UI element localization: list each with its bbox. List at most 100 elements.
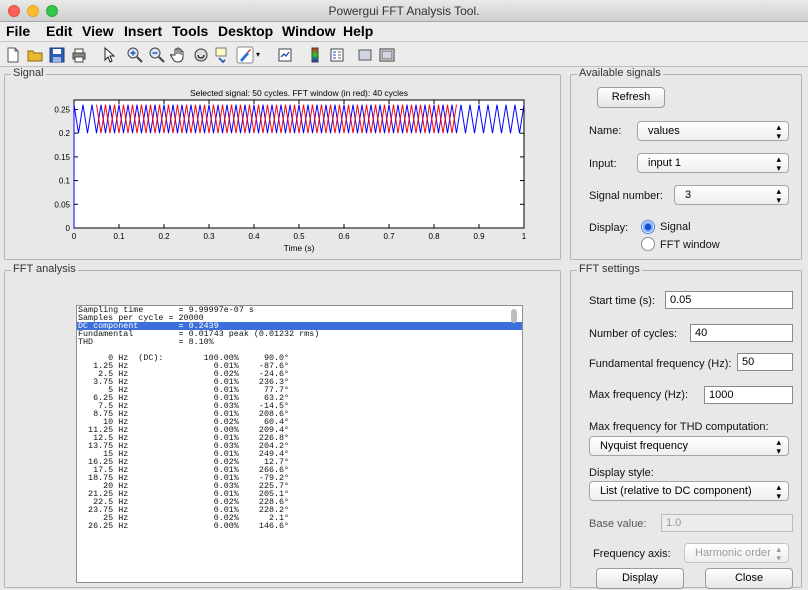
fft-list-scrollbar[interactable]: [511, 309, 517, 323]
x-tick-label: 0.1: [113, 232, 125, 241]
display-style-value: List (relative to DC component): [600, 485, 752, 497]
fft-result-line[interactable]: THD = 8.10%: [77, 338, 522, 346]
x-tick-label: 0.7: [383, 232, 395, 241]
x-tick-label: 0.8: [428, 232, 440, 241]
link-plot-icon[interactable]: [276, 46, 294, 64]
base-value-label: Base value:: [589, 518, 647, 530]
frequency-axis-value: Harmonic order: [695, 547, 771, 559]
zoom-out-icon[interactable]: [148, 46, 166, 64]
brush-dropdown-icon[interactable]: ▾: [256, 46, 264, 64]
rotate-icon[interactable]: [192, 46, 210, 64]
display-style-label: Display style:: [589, 467, 654, 479]
x-tick-label: 0.9: [473, 232, 485, 241]
x-tick-label: 0.2: [158, 232, 170, 241]
fft-result-line[interactable]: 26.25 Hz 0.00% 146.6°: [77, 522, 522, 530]
y-tick-label: 0.25: [54, 105, 70, 114]
input-label: Input:: [589, 158, 617, 170]
max-frequency-field[interactable]: 1000: [704, 386, 793, 404]
refresh-button[interactable]: Refresh: [597, 87, 665, 108]
menu-edit[interactable]: Edit: [46, 23, 72, 39]
select-arrows-icon: ▴ ▾: [776, 482, 781, 501]
plot-area: [73, 99, 525, 229]
x-tick-label: 0: [72, 232, 77, 241]
name-select-value: values: [648, 125, 680, 137]
signal-number-label: Signal number:: [589, 190, 663, 202]
y-tick-label: 0.05: [54, 200, 70, 209]
signal-chart[interactable]: Selected signal: 50 cycles. FFT window (…: [4, 82, 559, 254]
signal-number-value: 3: [685, 189, 692, 201]
select-arrows-icon: ▴ ▾: [776, 186, 781, 205]
x-tick-label: 0.3: [203, 232, 215, 241]
menu-help[interactable]: Help: [343, 23, 373, 39]
select-arrows-icon: ▴ ▾: [776, 544, 781, 563]
fft-results-list[interactable]: Sampling time = 9.99997e-07 s Samples per…: [76, 305, 523, 583]
colorbar-icon[interactable]: [306, 46, 324, 64]
legend-icon[interactable]: [328, 46, 346, 64]
select-arrows-icon: ▴ ▾: [776, 437, 781, 456]
open-file-icon[interactable]: [26, 46, 44, 64]
y-tick-label: 0.15: [54, 153, 70, 162]
max-frequency-label: Max frequency (Hz):: [589, 389, 689, 401]
select-arrows-icon: ▴ ▾: [776, 154, 781, 173]
x-tick-label: 1: [522, 232, 527, 241]
hide-plot-tools-icon[interactable]: [356, 46, 374, 64]
start-time-field[interactable]: 0.05: [665, 291, 793, 309]
zoom-in-icon[interactable]: [126, 46, 144, 64]
x-tick-label: 0.4: [248, 232, 260, 241]
menu-window[interactable]: Window: [282, 23, 336, 39]
display-fft-window-label: FFT window: [660, 239, 720, 251]
thd-frequency-label: Max frequency for THD computation:: [589, 421, 769, 433]
base-value-field: 1.0: [661, 514, 793, 532]
menu-insert[interactable]: Insert: [124, 23, 162, 39]
toolbar: ▾: [0, 43, 808, 67]
input-select[interactable]: input 1 ▴ ▾: [637, 153, 789, 173]
signal-number-select[interactable]: 3 ▴ ▾: [674, 185, 789, 205]
save-icon[interactable]: [48, 46, 66, 64]
input-select-value: input 1: [648, 157, 682, 169]
print-icon[interactable]: [70, 46, 88, 64]
frequency-axis-label: Frequency axis:: [593, 548, 671, 560]
thd-frequency-value: Nyquist frequency: [600, 440, 689, 452]
display-signal-label: Signal: [660, 221, 691, 233]
data-cursor-icon[interactable]: [214, 46, 232, 64]
y-tick-label: 0: [66, 224, 71, 233]
available-signals-title: Available signals: [577, 67, 663, 79]
y-tick-label: 0.1: [59, 177, 71, 186]
display-label: Display:: [589, 222, 629, 234]
name-label: Name:: [589, 125, 622, 137]
thd-frequency-select[interactable]: Nyquist frequency ▴ ▾: [589, 436, 789, 456]
display-button[interactable]: Display: [596, 568, 684, 589]
new-file-icon[interactable]: [4, 46, 22, 64]
name-select[interactable]: values ▴ ▾: [637, 121, 789, 141]
select-arrows-icon: ▴ ▾: [776, 122, 781, 141]
start-time-label: Start time (s):: [589, 295, 656, 307]
window-title: Powergui FFT Analysis Tool.: [328, 4, 480, 18]
signal-panel-title: Signal: [11, 67, 46, 79]
display-signal-radio[interactable]: [641, 220, 655, 234]
menu-tools[interactable]: Tools: [172, 23, 208, 39]
menu-bar: File Edit View Insert Tools Desktop Wind…: [0, 22, 808, 42]
x-axis-label: Time (s): [284, 243, 315, 253]
menu-desktop[interactable]: Desktop: [218, 23, 273, 39]
show-plot-tools-icon[interactable]: [378, 46, 396, 64]
brush-icon[interactable]: [236, 46, 254, 64]
cycles-field[interactable]: 40: [690, 324, 793, 342]
title-bar: Powergui FFT Analysis Tool.: [0, 0, 808, 22]
cycles-label: Number of cycles:: [589, 328, 678, 340]
x-tick-label: 0.5: [293, 232, 305, 241]
chart-title: Selected signal: 50 cycles. FFT window (…: [190, 88, 408, 98]
pan-icon[interactable]: [170, 46, 188, 64]
display-style-select[interactable]: List (relative to DC component) ▴ ▾: [589, 481, 789, 501]
fft-analysis-title: FFT analysis: [11, 263, 78, 275]
fft-settings-title: FFT settings: [577, 263, 642, 275]
display-fft-window-radio[interactable]: [641, 237, 655, 251]
fundamental-frequency-label: Fundamental frequency (Hz):: [589, 358, 732, 370]
pointer-icon[interactable]: [100, 46, 118, 64]
fundamental-frequency-field[interactable]: 50: [737, 353, 793, 371]
y-tick-label: 0.2: [59, 129, 71, 138]
menu-view[interactable]: View: [82, 23, 114, 39]
menu-file[interactable]: File: [6, 23, 30, 39]
close-button[interactable]: Close: [705, 568, 793, 589]
frequency-axis-select: Harmonic order ▴ ▾: [684, 543, 789, 563]
x-tick-label: 0.6: [338, 232, 350, 241]
